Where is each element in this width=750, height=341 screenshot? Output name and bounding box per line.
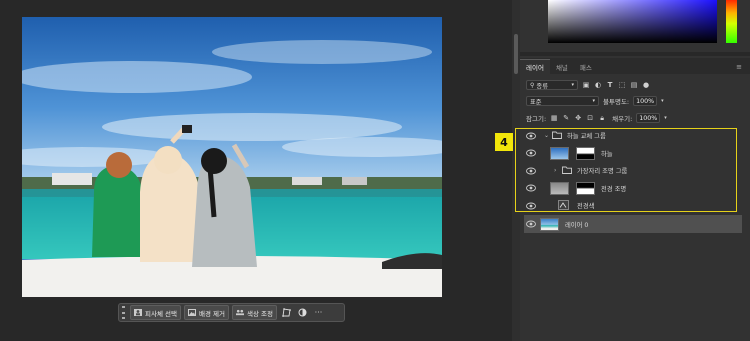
eye-icon[interactable] bbox=[526, 220, 536, 228]
transform-icon[interactable] bbox=[280, 306, 293, 319]
color-picker-field[interactable] bbox=[548, 0, 717, 43]
contrast-icon[interactable] bbox=[296, 306, 309, 319]
color-adjust-label: 색상 조정 bbox=[246, 309, 273, 318]
layer-row-layer-0[interactable]: 레이어 0 bbox=[524, 215, 742, 233]
layer-name: 가장자리 조명 그룹 bbox=[577, 168, 628, 175]
scrollbar-thumb[interactable] bbox=[514, 34, 518, 74]
image-icon bbox=[187, 309, 196, 316]
lock-image-icon[interactable]: ✎ bbox=[562, 114, 570, 122]
tab-paths[interactable]: 패스 bbox=[574, 60, 598, 74]
adjustment-filter-icon[interactable]: ◐ bbox=[594, 81, 602, 89]
layers-list: ⌄ 하늘 교체 그룹 하늘 › 가장자리 조명 그룹 전경 조명 전경색 레이어… bbox=[524, 127, 742, 337]
layer-thumbnail bbox=[550, 146, 569, 160]
layer-mask-thumbnail[interactable] bbox=[576, 146, 595, 160]
eye-icon[interactable] bbox=[526, 132, 536, 140]
layer-name: 하늘 교체 그룹 bbox=[567, 133, 606, 140]
opacity-input[interactable]: 100% bbox=[633, 96, 658, 106]
person-icon bbox=[134, 309, 142, 316]
lock-fill-row: 잠그기: ▦ ✎ ✥ ⊡ 🔒︎ 채우기: 100% ▾ bbox=[526, 113, 667, 123]
eye-icon[interactable] bbox=[526, 202, 536, 210]
more-options-icon[interactable]: ··· bbox=[312, 306, 325, 319]
layer-name: 전경색 bbox=[577, 203, 595, 210]
filter-toggle-icon[interactable]: ● bbox=[642, 81, 650, 89]
folder-icon bbox=[552, 131, 562, 139]
step-badge: 4 bbox=[495, 133, 513, 151]
pixel-filter-icon[interactable]: ▣ bbox=[582, 81, 590, 89]
drag-handle-icon[interactable] bbox=[122, 306, 125, 319]
layer-filter-row: ⚲ 종류 ▾ ▣ ◐ T ⬚ ▤ ● bbox=[526, 80, 650, 90]
chevron-down-icon[interactable]: ⌄ bbox=[544, 132, 549, 139]
panel-divider bbox=[520, 52, 750, 56]
canvas-scrollbar[interactable] bbox=[512, 0, 520, 341]
layers-panel-tabs: 레이어 채널 패스 ≡ bbox=[520, 58, 750, 74]
folder-icon bbox=[562, 166, 572, 174]
tab-channels[interactable]: 채널 bbox=[550, 60, 574, 74]
tab-layers[interactable]: 레이어 bbox=[520, 59, 550, 74]
opacity-value: 100% bbox=[636, 97, 655, 105]
chevron-down-icon: ▾ bbox=[592, 98, 595, 104]
adjust-icon bbox=[235, 309, 244, 316]
fill-label: 채우기: bbox=[612, 115, 633, 123]
layer-row-sky[interactable]: 하늘 bbox=[524, 144, 742, 162]
fill-value: 100% bbox=[639, 114, 658, 122]
layer-thumbnail bbox=[540, 217, 559, 231]
color-adjust-button[interactable]: 색상 조정 bbox=[231, 305, 277, 320]
opacity-label: 불투명도: bbox=[603, 98, 630, 106]
lock-transparent-icon[interactable]: ▦ bbox=[550, 114, 558, 122]
hue-slider[interactable] bbox=[726, 0, 737, 43]
document-canvas-area[interactable]: 피사체 선택 배경 제거 색상 조정 ··· bbox=[0, 0, 512, 341]
chevron-down-icon[interactable]: ▾ bbox=[664, 115, 667, 121]
photo-canvas[interactable] bbox=[22, 17, 442, 297]
chevron-down-icon: ▾ bbox=[571, 82, 574, 88]
shape-filter-icon[interactable]: ⬚ bbox=[618, 81, 626, 89]
layer-row-sky-replace-group[interactable]: ⌄ 하늘 교체 그룹 bbox=[524, 127, 742, 144]
panel-menu-icon[interactable]: ≡ bbox=[736, 60, 742, 74]
layer-thumbnail bbox=[550, 181, 569, 195]
contextual-task-bar: 피사체 선택 배경 제거 색상 조정 ··· bbox=[118, 303, 345, 322]
blend-mode-select[interactable]: 표준 ▾ bbox=[526, 96, 599, 106]
type-filter-icon[interactable]: T bbox=[606, 81, 614, 89]
layer-kind-filter[interactable]: ⚲ 종류 ▾ bbox=[526, 80, 578, 90]
smart-object-filter-icon[interactable]: ▤ bbox=[630, 81, 638, 89]
chevron-right-icon[interactable]: › bbox=[554, 167, 556, 174]
select-subject-button[interactable]: 피사체 선택 bbox=[130, 305, 181, 320]
lock-label: 잠그기: bbox=[526, 115, 547, 123]
eye-icon[interactable] bbox=[526, 167, 536, 175]
artboard-lock-icon[interactable]: ⊡ bbox=[586, 114, 594, 122]
layer-name: 전경 조명 bbox=[601, 185, 627, 193]
layer-name: 레이어 0 bbox=[565, 221, 589, 229]
layer-mask-thumbnail[interactable] bbox=[576, 181, 595, 195]
layer-row-foreground-color[interactable]: 전경색 bbox=[524, 197, 742, 214]
eye-icon[interactable] bbox=[526, 184, 536, 192]
lock-position-icon[interactable]: ✥ bbox=[574, 114, 582, 122]
remove-background-button[interactable]: 배경 제거 bbox=[183, 305, 229, 320]
eye-icon[interactable] bbox=[526, 149, 536, 157]
blend-opacity-row: 표준 ▾ 불투명도: 100% ▾ bbox=[526, 96, 664, 106]
select-subject-label: 피사체 선택 bbox=[145, 309, 177, 318]
search-icon: ⚲ bbox=[530, 81, 535, 89]
layer-kind-label: 종류 bbox=[536, 82, 548, 90]
adjustment-layer-icon bbox=[558, 200, 569, 210]
right-panel: 레이어 채널 패스 ≡ ⚲ 종류 ▾ ▣ ◐ T ⬚ ▤ ● 표준 ▾ 불투명도… bbox=[520, 0, 750, 341]
lock-all-icon[interactable]: 🔒︎ bbox=[598, 114, 606, 122]
fill-input[interactable]: 100% bbox=[636, 113, 661, 123]
layer-row-edge-light-group[interactable]: › 가장자리 조명 그룹 bbox=[524, 162, 742, 179]
layer-row-foreground-light[interactable]: 전경 조명 bbox=[524, 179, 742, 197]
remove-background-label: 배경 제거 bbox=[198, 309, 225, 318]
chevron-down-icon[interactable]: ▾ bbox=[661, 98, 664, 104]
layer-name: 하늘 bbox=[601, 150, 613, 158]
blend-mode-label: 표준 bbox=[530, 98, 542, 106]
